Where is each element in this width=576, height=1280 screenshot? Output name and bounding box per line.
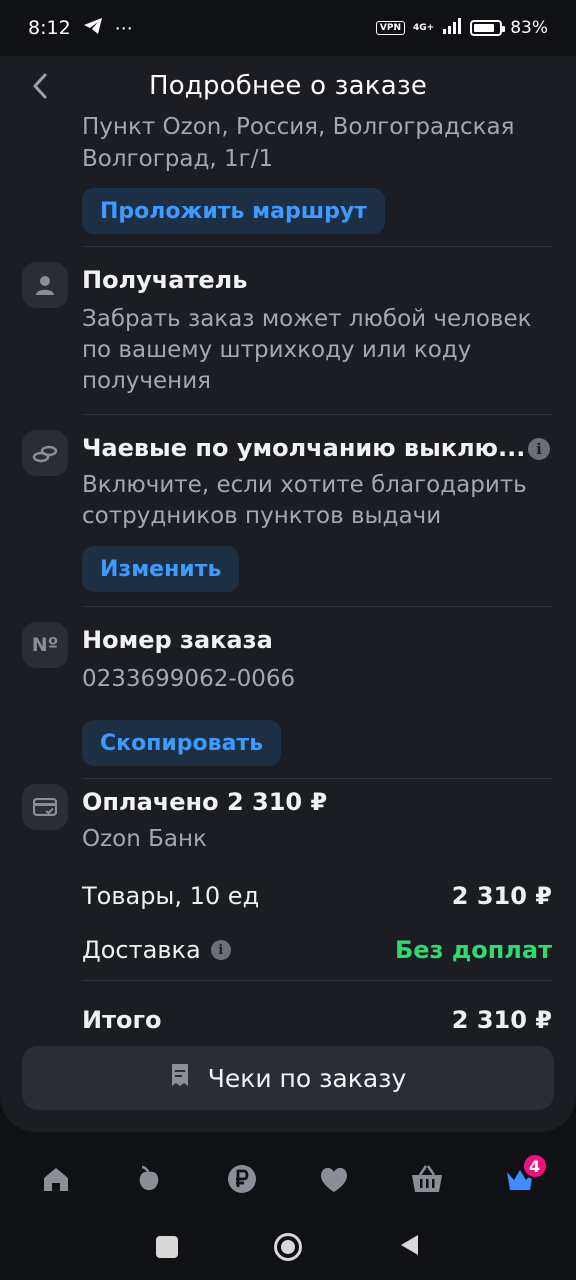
- home-icon: [44, 1168, 69, 1191]
- address-line1: Пункт Ozon, Россия, Волгоградская: [82, 114, 515, 140]
- nav-fresh[interactable]: [119, 1149, 179, 1209]
- tips-text: Включите, если хотите благодарить сотруд…: [82, 472, 527, 529]
- nav-home[interactable]: [26, 1149, 86, 1209]
- coins-icon: [22, 430, 68, 476]
- receipts-button[interactable]: Чеки по заказу: [22, 1046, 554, 1110]
- goods-label: Товары, 10 ед: [82, 882, 260, 910]
- system-nav: [0, 1214, 576, 1280]
- back-system-button[interactable]: [398, 1233, 420, 1261]
- home-system-button[interactable]: [274, 1233, 302, 1261]
- recent-apps-button[interactable]: [156, 1236, 178, 1258]
- delivery-row: Доставка i Без доплат: [82, 930, 552, 970]
- total-value: 2 310 ₽: [451, 1006, 552, 1034]
- back-button[interactable]: [26, 70, 54, 102]
- telegram-icon: [83, 17, 103, 40]
- card-icon: [22, 784, 68, 830]
- status-bar: 8:12 ⋯ VPN 4G+ 83%: [0, 0, 576, 56]
- battery-fill: [474, 24, 495, 32]
- status-time: 8:12: [28, 17, 71, 39]
- number-sign-icon: Nº: [22, 622, 68, 668]
- divider: [82, 414, 552, 415]
- delivery-label: Доставка: [82, 936, 201, 964]
- divider: [82, 246, 552, 247]
- divider: [82, 778, 552, 779]
- heart-icon: [321, 1167, 348, 1192]
- paid-title: Оплачено 2 310 ₽: [82, 788, 328, 816]
- delivery-value: Без доплат: [394, 936, 552, 964]
- nav-profile[interactable]: 4: [490, 1149, 550, 1209]
- nav-finance[interactable]: [212, 1149, 272, 1209]
- receipt-icon: [170, 1063, 190, 1093]
- delivery-info-icon[interactable]: i: [210, 940, 231, 960]
- recipient-title: Получатель: [82, 266, 248, 294]
- total-row: Итого 2 310 ₽: [82, 1000, 552, 1040]
- bank-name: Ozon Банк: [82, 826, 207, 852]
- recipient-text: Забрать заказ может любой человек по ваш…: [82, 306, 532, 394]
- divider: [82, 980, 552, 981]
- page-title: Подробнее о заказе: [148, 71, 428, 101]
- nav-cart[interactable]: [397, 1149, 457, 1209]
- basket-icon: [411, 1165, 442, 1192]
- bottom-nav: 4: [0, 1144, 576, 1214]
- receipts-label: Чеки по заказу: [207, 1063, 407, 1093]
- nav-favorites[interactable]: [304, 1149, 364, 1209]
- route-button[interactable]: Проложить маршрут: [82, 188, 385, 234]
- profile-badge: 4: [521, 1153, 548, 1179]
- vpn-badge: VPN: [375, 21, 405, 35]
- more-dots-icon: ⋯: [114, 17, 134, 39]
- order-details-panel: Подробнее о заказе Пункт Ozon, Россия, В…: [0, 56, 576, 1132]
- header: Подробнее о заказе: [0, 56, 576, 116]
- person-icon: [22, 262, 68, 308]
- screen: 8:12 ⋯ VPN 4G+ 83% Подробнее о заказе Пу…: [0, 0, 576, 1280]
- total-label: Итого: [82, 1006, 162, 1034]
- order-number-value: 0233699062-0066: [82, 666, 296, 692]
- copy-button[interactable]: Скопировать: [82, 720, 282, 766]
- order-number-title: Номер заказа: [82, 626, 273, 654]
- network-type: 4G+: [413, 22, 435, 33]
- chevron-left-icon: [33, 73, 47, 99]
- change-tips-button[interactable]: Изменить: [82, 546, 240, 592]
- fresh-icon: [139, 1165, 159, 1191]
- info-icon[interactable]: i: [528, 438, 550, 460]
- tips-title: Чаевые по умолчанию выклю...: [82, 434, 526, 462]
- divider: [82, 606, 552, 607]
- ruble-icon: [227, 1165, 256, 1193]
- goods-row: Товары, 10 ед 2 310 ₽: [82, 876, 552, 916]
- signal-icon: [442, 17, 462, 39]
- battery-percent: 83%: [510, 18, 548, 38]
- address-line2: Волгоград, 1г/1: [82, 146, 274, 172]
- goods-value: 2 310 ₽: [451, 882, 552, 910]
- battery-icon: [470, 20, 506, 36]
